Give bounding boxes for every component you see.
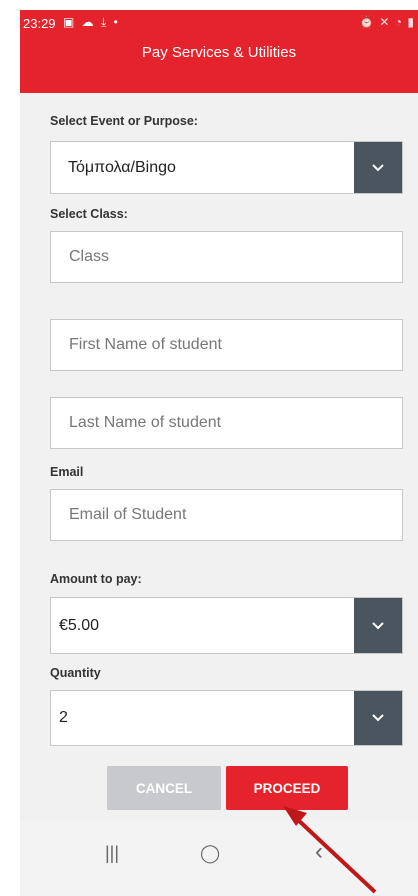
email-placeholder: Email of Student bbox=[69, 506, 187, 523]
recents-nav-icon[interactable]: ||| bbox=[105, 843, 119, 864]
email-label: Email bbox=[50, 465, 84, 479]
home-nav-icon[interactable]: ◯ bbox=[200, 843, 220, 864]
chevron-down-icon bbox=[372, 163, 384, 171]
quantity-value: 2 bbox=[59, 709, 68, 726]
last-name-placeholder: Last Name of student bbox=[69, 414, 222, 431]
event-select[interactable]: Τόμπολα/Bingo bbox=[50, 141, 403, 194]
phone-screen: 23:29 ▣ ☁ ⤓ • ⏰ ✕ ◔ ▮ Pay Services & Uti… bbox=[20, 10, 418, 896]
email-input[interactable]: Email of Student bbox=[50, 489, 403, 541]
system-status-icons: ⏰ ✕ ◔ ▮ bbox=[359, 15, 415, 29]
status-bar: 23:29 ▣ ☁ ⤓ • ⏰ ✕ ◔ ▮ bbox=[23, 15, 415, 34]
class-placeholder: Class bbox=[69, 248, 110, 265]
back-nav-icon[interactable]: ‹ bbox=[315, 838, 323, 866]
class-input[interactable]: Class bbox=[50, 231, 403, 283]
chevron-down-icon bbox=[372, 621, 384, 629]
quantity-dropdown-button[interactable] bbox=[354, 691, 402, 745]
chevron-down-icon bbox=[372, 714, 384, 722]
last-name-input[interactable]: Last Name of student bbox=[50, 397, 403, 449]
cancel-button[interactable]: CANCEL bbox=[107, 766, 221, 810]
notification-icons: ▣ ☁ ⤓ • bbox=[63, 15, 120, 29]
amount-label: Amount to pay: bbox=[50, 572, 142, 586]
status-time: 23:29 bbox=[23, 16, 56, 31]
first-name-placeholder: First Name of student bbox=[69, 336, 222, 353]
event-dropdown-button[interactable] bbox=[354, 142, 402, 193]
amount-select[interactable]: €5.00 bbox=[50, 597, 403, 654]
quantity-label: Quantity bbox=[50, 666, 101, 680]
class-label: Select Class: bbox=[50, 207, 128, 221]
quantity-select[interactable]: 2 bbox=[50, 690, 403, 746]
payment-form: Select Event or Purpose: Τόμπολα/Bingo S… bbox=[20, 93, 418, 821]
amount-value: €5.00 bbox=[59, 616, 100, 634]
android-nav-bar: ||| ◯ ‹ bbox=[20, 821, 418, 896]
page-title: Pay Services & Utilities bbox=[141, 44, 297, 61]
event-label: Select Event or Purpose: bbox=[50, 114, 198, 128]
first-name-input[interactable]: First Name of student bbox=[50, 319, 403, 371]
event-value: Τόμπολα/Bingo bbox=[68, 158, 176, 176]
app-header: 23:29 ▣ ☁ ⤓ • ⏰ ✕ ◔ ▮ Pay Services & Uti… bbox=[20, 10, 418, 93]
proceed-button[interactable]: PROCEED bbox=[226, 766, 348, 810]
amount-dropdown-button[interactable] bbox=[354, 598, 402, 653]
